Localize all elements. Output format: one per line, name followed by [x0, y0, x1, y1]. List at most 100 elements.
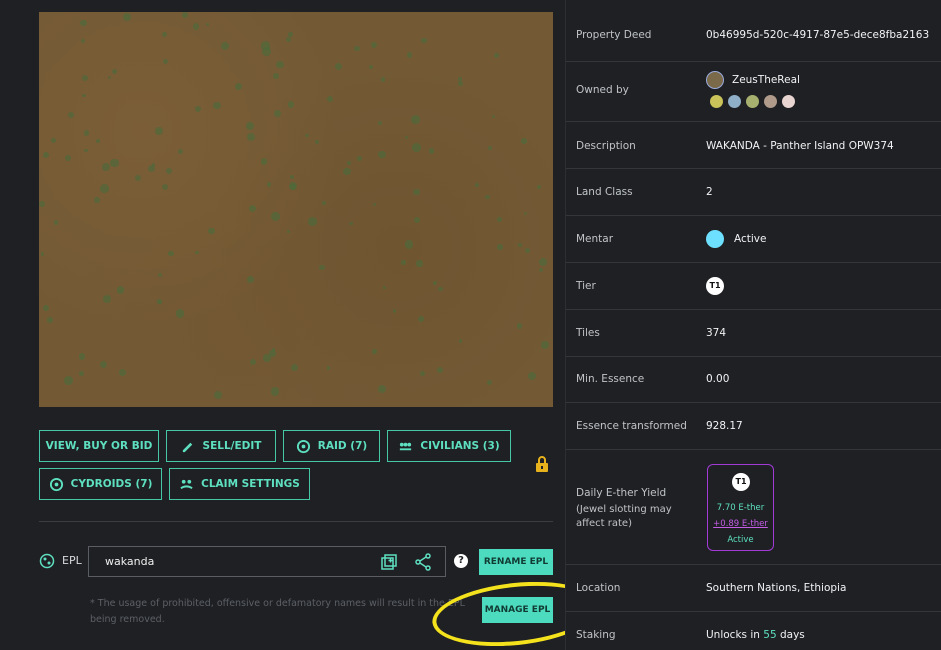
badge-icon	[728, 95, 741, 108]
description-value: WAKANDA - Panther Island OPW374	[706, 140, 894, 152]
civilians-button[interactable]: CIVILIANS (3)	[387, 430, 511, 462]
terrain-speck	[271, 212, 280, 221]
owner-name[interactable]: ZeusTheReal	[732, 74, 800, 86]
row-mentar: Mentar Active	[566, 216, 941, 263]
terrain-speck	[80, 38, 85, 43]
terrain-speck	[263, 354, 271, 362]
terrain-speck	[157, 272, 162, 277]
copy-icon[interactable]	[380, 553, 398, 571]
row-min-essence: Min. Essence 0.00	[566, 357, 941, 403]
terrain-speck	[83, 130, 90, 137]
terrain-speck	[213, 101, 221, 110]
terrain-speck	[270, 387, 279, 396]
terrain-speck	[380, 77, 386, 82]
claim-settings-button[interactable]: CLAIM SETTINGS	[169, 468, 310, 500]
terrain-speck	[39, 201, 45, 207]
terrain-speck	[272, 72, 279, 79]
property-deed-value: 0b46995d-520c-4917-87e5-dece8fba2163	[706, 29, 930, 41]
mentar-key: Mentar	[576, 233, 614, 245]
terrain-speck	[289, 174, 295, 180]
terrain-speck	[134, 174, 141, 181]
yield-bonus[interactable]: +0.89 E-ther	[708, 519, 773, 529]
terrain-speck	[497, 244, 503, 250]
terrain-speck	[214, 391, 223, 400]
owner-avatar[interactable]	[706, 71, 724, 89]
yield-base: 7.70 E-ther	[716, 503, 765, 513]
terrain-speck	[371, 41, 377, 48]
view-buy-bid-button[interactable]: VIEW, BUY OR BID	[39, 430, 159, 462]
terrain-speck	[151, 163, 155, 167]
terrain-speck	[110, 158, 119, 168]
terrain-speck	[307, 216, 317, 226]
terrain-speck	[322, 201, 327, 206]
row-land-class: Land Class 2	[566, 169, 941, 216]
row-owned-by: Owned by ZeusTheReal	[566, 62, 941, 122]
row-location: Location Southern Nations, Ethiopia	[566, 565, 941, 612]
terrain-speck	[343, 167, 352, 176]
terrain-speck	[65, 155, 71, 161]
terrain-speck	[334, 63, 342, 71]
terrain-speck	[79, 371, 84, 376]
terrain-speck	[458, 81, 464, 87]
terrain-speck	[182, 12, 189, 18]
terrain-speck	[418, 315, 425, 322]
terrain-speck	[421, 37, 427, 44]
terrain-speck	[42, 151, 50, 159]
terrain-speck	[271, 347, 276, 352]
help-icon[interactable]: ?	[454, 554, 468, 568]
terrain-speck	[64, 376, 74, 386]
epl-label: EPL	[62, 554, 82, 567]
badge-icon	[764, 95, 777, 108]
staking-value: Unlocks in 55 days	[706, 629, 805, 641]
description-key: Description	[576, 140, 636, 152]
terrain-speck	[405, 136, 409, 140]
terrain-speck	[51, 137, 57, 143]
location-key: Location	[576, 582, 621, 594]
terrain-speck	[178, 148, 184, 154]
terrain-speck	[290, 363, 298, 371]
share-icon[interactable]	[414, 553, 432, 571]
staking-key: Staking	[576, 629, 616, 641]
terrain-speck	[116, 286, 125, 294]
rename-epl-button[interactable]: RENAME EPL	[479, 549, 553, 575]
sell-edit-label: SELL/EDIT	[202, 440, 262, 452]
terrain-speck	[516, 323, 523, 329]
essence-transformed-key: Essence transformed	[576, 420, 687, 432]
terrain-speck	[528, 371, 537, 380]
land-class-value: 2	[706, 186, 713, 198]
staking-prefix: Unlocks in	[706, 629, 760, 641]
raid-button[interactable]: RAID (7)	[283, 430, 380, 462]
terrain-speck	[205, 22, 210, 27]
terrain-speck	[266, 182, 272, 188]
row-staking: Staking Unlocks in 55 days	[566, 612, 941, 650]
badge-icon	[746, 95, 759, 108]
terrain-speck	[43, 305, 49, 312]
terrain-speck	[155, 126, 164, 135]
lock-icon[interactable]	[535, 456, 549, 472]
terrain-speck	[249, 358, 257, 366]
terrain-speck	[491, 114, 495, 118]
property-details-panel: Property Deed 0b46995d-520c-4917-87e5-de…	[565, 0, 941, 650]
terrain-speck	[67, 111, 74, 118]
min-essence-key: Min. Essence	[576, 373, 645, 385]
terrain-speck	[287, 101, 295, 108]
terrain-speck	[539, 267, 544, 272]
terrain-speck	[493, 52, 500, 59]
yield-tier-badge: T1	[732, 473, 750, 491]
cydroids-button[interactable]: CYDROIDS (7)	[39, 468, 162, 500]
terrain-speck	[247, 133, 256, 142]
terrain-speck	[326, 95, 334, 103]
civilians-label: CIVILIANS (3)	[420, 440, 500, 452]
terrain-speck	[162, 183, 169, 190]
terrain-speck	[436, 366, 443, 374]
claim-icon	[180, 479, 193, 489]
manage-epl-button[interactable]: MANAGE EPL	[482, 597, 553, 623]
terrain-speck	[162, 59, 168, 65]
staking-suffix: days	[779, 629, 805, 641]
people-icon	[400, 442, 412, 450]
terrain-speck	[326, 366, 331, 370]
terrain-speck	[487, 145, 493, 151]
tiles-value: 374	[706, 327, 727, 339]
terrain-speck	[354, 45, 360, 51]
sell-edit-button[interactable]: SELL/EDIT	[166, 430, 276, 462]
